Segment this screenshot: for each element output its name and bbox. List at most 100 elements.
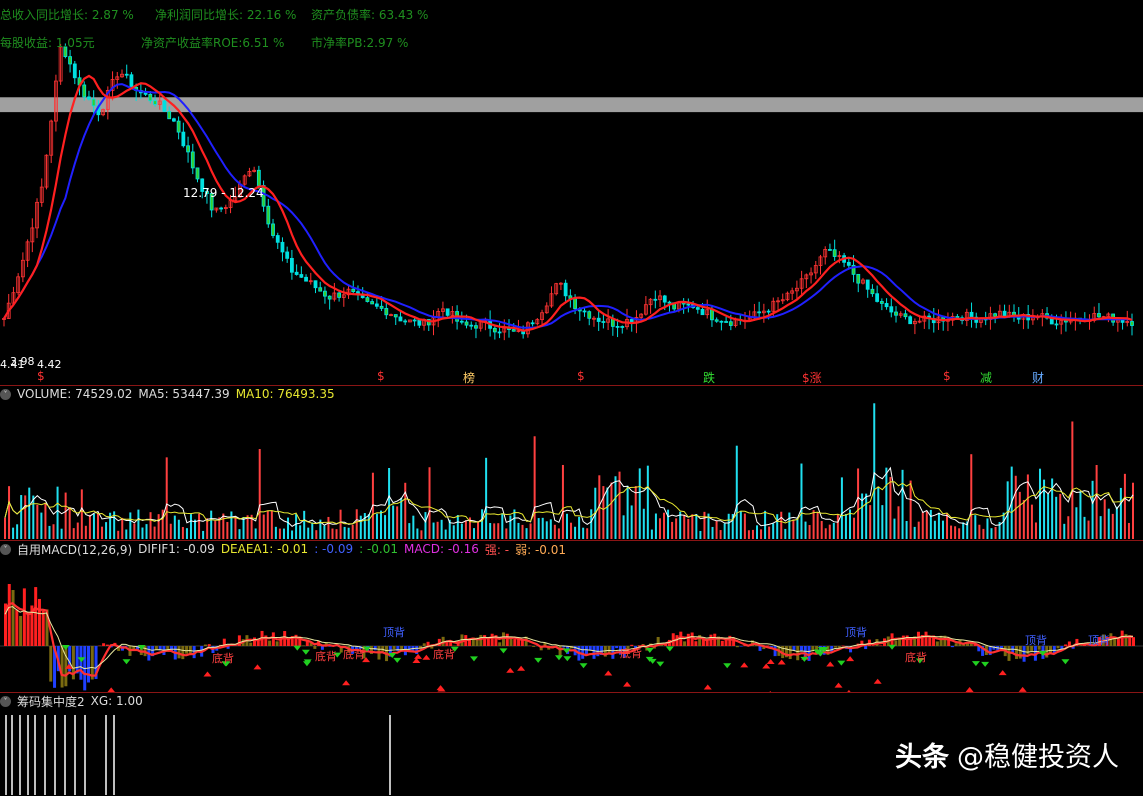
candle-body bbox=[574, 299, 577, 309]
volume-bar bbox=[918, 522, 920, 539]
volume-bar bbox=[489, 523, 491, 539]
author-name: @稳健投资人 bbox=[957, 735, 1119, 774]
volume-bar bbox=[287, 518, 289, 539]
volume-bar bbox=[1035, 522, 1037, 539]
volume-bar bbox=[784, 529, 786, 539]
volume-bar bbox=[150, 512, 152, 539]
volume-bar bbox=[222, 514, 224, 539]
macd-strong: 强: - bbox=[485, 541, 509, 558]
event-marker[interactable]: $涨 bbox=[802, 369, 822, 386]
volume-bar bbox=[623, 515, 625, 539]
event-marker[interactable]: 减 bbox=[980, 369, 992, 386]
event-marker[interactable]: $ bbox=[943, 369, 951, 383]
volume-bar bbox=[538, 518, 540, 539]
volume-bar bbox=[1015, 476, 1017, 539]
macd-bar bbox=[759, 646, 762, 651]
volume-bar bbox=[800, 464, 802, 539]
volume-bar bbox=[562, 465, 564, 539]
event-marker[interactable]: 榜 bbox=[463, 369, 475, 386]
candle-body bbox=[196, 168, 199, 179]
volume-bar bbox=[477, 521, 479, 539]
volume-bar bbox=[655, 514, 657, 539]
watermark: 头条 @稳健投资人 bbox=[895, 735, 1119, 774]
buy-arrow-icon bbox=[767, 659, 775, 664]
macd-bar bbox=[381, 646, 384, 651]
collapse-toggle-icon[interactable]: ˅ bbox=[0, 544, 11, 555]
buy-arrow-icon bbox=[999, 670, 1007, 675]
macd-bar bbox=[1019, 646, 1022, 659]
volume-bar bbox=[530, 523, 532, 539]
event-marker[interactable]: 跌 bbox=[703, 369, 715, 386]
volume-panel[interactable]: ˅ VOLUME: 74529.02 MA5: 53447.39 MA10: 7… bbox=[0, 385, 1143, 541]
volume-bar bbox=[821, 521, 823, 539]
candle-body bbox=[890, 307, 893, 312]
candle-body bbox=[154, 101, 157, 105]
macd-dif: DIFIF1: -0.09 bbox=[138, 542, 215, 556]
candle-body bbox=[290, 258, 293, 272]
macd-c1: : -0.09 bbox=[314, 542, 353, 556]
volume-bar bbox=[48, 526, 50, 539]
buy-arrow-icon bbox=[846, 656, 854, 661]
chip-concentration-panel[interactable]: ˅ 筹码集中度2 XG: 1.00 头条 @稳健投资人 bbox=[0, 692, 1143, 796]
candle-body bbox=[493, 328, 496, 332]
volume-bar bbox=[65, 493, 67, 539]
macd-bar bbox=[694, 641, 697, 646]
volume-bar bbox=[473, 528, 475, 539]
candle-body bbox=[446, 309, 449, 316]
macd-bar bbox=[468, 640, 471, 646]
volume-bar bbox=[85, 526, 87, 539]
candle-body bbox=[385, 308, 388, 314]
candle-body bbox=[380, 306, 383, 308]
volume-bar bbox=[28, 488, 30, 539]
sell-arrow-icon bbox=[656, 662, 664, 667]
volume-bar bbox=[1120, 488, 1122, 539]
candle-body bbox=[366, 298, 369, 302]
candle-body bbox=[729, 322, 732, 326]
event-marker[interactable]: $ bbox=[37, 369, 45, 383]
volume-bar bbox=[837, 514, 839, 539]
macd-panel[interactable]: ˅ 自用MACD(12,26,9) DIFIF1: -0.09 DEAEA1: … bbox=[0, 540, 1143, 693]
macd-header: ˅ 自用MACD(12,26,9) DIFIF1: -0.09 DEAEA1: … bbox=[0, 542, 566, 556]
event-marker[interactable]: 财 bbox=[1032, 369, 1044, 386]
candle-body bbox=[182, 132, 185, 146]
volume-bar bbox=[865, 494, 867, 539]
volume-bar bbox=[295, 514, 297, 539]
candle-body bbox=[885, 303, 888, 306]
volume-bar bbox=[400, 498, 402, 539]
candle-body bbox=[970, 312, 973, 317]
macd-bar bbox=[268, 641, 271, 646]
candle-body bbox=[663, 296, 666, 302]
volume-bar bbox=[716, 521, 718, 539]
candle-body bbox=[767, 311, 770, 312]
macd-bar bbox=[513, 639, 516, 646]
macd-bar bbox=[830, 646, 833, 651]
macd-bar bbox=[940, 636, 943, 646]
volume-bar bbox=[154, 527, 156, 539]
collapse-toggle-icon[interactable]: ˅ bbox=[0, 696, 11, 707]
candle-body bbox=[1055, 324, 1058, 325]
event-marker[interactable]: $ bbox=[377, 369, 385, 383]
candle-body bbox=[125, 74, 128, 75]
macd-bar bbox=[49, 646, 52, 682]
candle-body bbox=[267, 206, 270, 224]
volume-bar bbox=[291, 530, 293, 539]
volume-bar bbox=[942, 521, 944, 539]
volume-bar bbox=[1116, 507, 1118, 539]
macd-bar bbox=[19, 616, 22, 646]
collapse-toggle-icon[interactable]: ˅ bbox=[0, 389, 11, 400]
volume-bar bbox=[141, 528, 143, 539]
price-panel[interactable]: 总收入同比增长: 2.87 % 净利润同比增长: 22.16 % 资产负债率: … bbox=[0, 0, 1143, 356]
volume-bar bbox=[77, 523, 79, 539]
volume-bar bbox=[877, 487, 879, 539]
volume-bar bbox=[659, 518, 661, 539]
candle-body bbox=[319, 288, 322, 291]
event-marker[interactable]: $ bbox=[577, 369, 585, 383]
profit-growth: 净利润同比增长: 22.16 % bbox=[155, 6, 296, 23]
volume-bar bbox=[813, 510, 815, 539]
candle-body bbox=[871, 289, 874, 293]
volume-bar bbox=[869, 505, 871, 539]
candle-body bbox=[328, 296, 331, 299]
candle-body bbox=[1097, 313, 1100, 316]
volume-bar bbox=[740, 511, 742, 539]
volume-bar bbox=[1128, 523, 1130, 539]
